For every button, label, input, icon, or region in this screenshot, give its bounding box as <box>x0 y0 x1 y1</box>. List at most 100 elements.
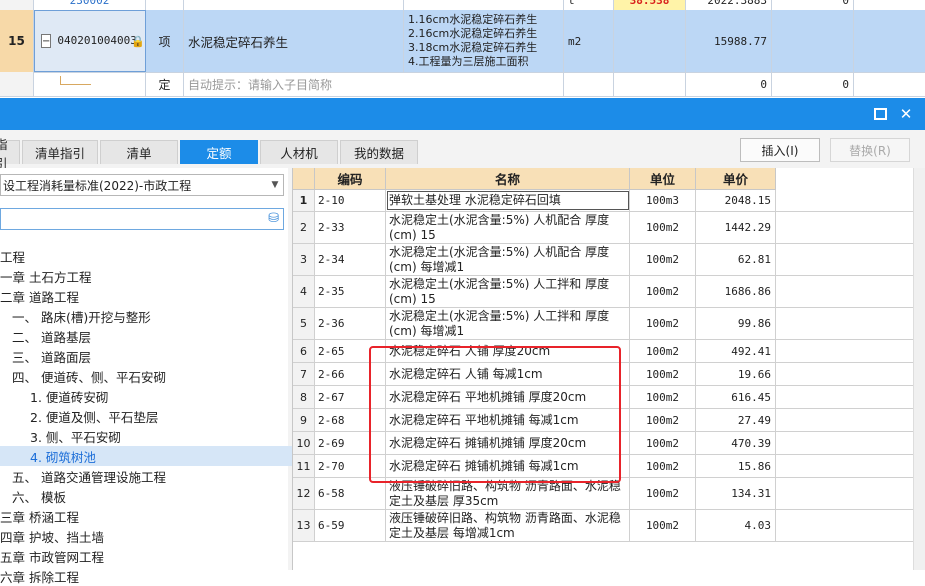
tree-item[interactable]: 二章 道路工程 <box>0 286 286 306</box>
row-unit: 100m2 <box>630 510 696 541</box>
tree-item[interactable]: 一章 土石方工程 <box>0 266 286 286</box>
tab-list-guide[interactable]: 清单指引 <box>22 140 98 164</box>
tree-item[interactable]: 三章 桥涵工程 <box>0 506 286 526</box>
table-row[interactable]: 13 6-59 液压锤破碎旧路、构筑物 沥青路面、水泥稳定土及基层 每增减1cm 10… <box>293 510 914 542</box>
bg-top-code: 230002 <box>34 0 146 10</box>
tree-connector <box>60 75 91 85</box>
tree-item[interactable]: 3. 侧、平石安砌 <box>0 426 316 446</box>
row-unit: 100m2 <box>630 478 696 509</box>
bg-row-quantity: 15988.77 <box>686 10 772 72</box>
row-price: 19.66 <box>696 363 776 385</box>
header-price[interactable]: 单价 <box>696 168 776 190</box>
tree-item[interactable]: 1. 便道砖安砌 <box>0 386 316 406</box>
bg-sub-value1: 0 <box>686 72 772 96</box>
row-price: 616.45 <box>696 386 776 408</box>
row-code: 6-59 <box>315 510 386 541</box>
feature-line: 2.16cm水泥稳定碎石养生 <box>408 27 538 40</box>
tree-item[interactable]: 三、 道路面层 <box>0 346 298 366</box>
row-price: 1442.29 <box>696 212 776 243</box>
row-price: 492.41 <box>696 340 776 362</box>
bg-top-price: 38.538 <box>614 0 686 10</box>
bg-row-index: 15 <box>0 10 34 72</box>
row-price: 470.39 <box>696 432 776 454</box>
tree-item[interactable]: 2. 便道及侧、平石垫层 <box>0 406 316 426</box>
chevron-down-icon[interactable]: ▼ <box>267 180 283 190</box>
header-name[interactable]: 名称 <box>386 168 630 190</box>
row-code: 2-34 <box>315 244 386 275</box>
table-row[interactable]: 5 2-36 水泥稳定土(水泥含量:5%) 人工拌和 厚度(cm) 每增减1 100m… <box>293 308 914 340</box>
tree-item[interactable]: 六章 拆除工程 <box>0 566 286 586</box>
bg-top-unit: t <box>564 0 614 10</box>
search-input[interactable] <box>1 209 249 229</box>
row-number: 4 <box>293 276 315 307</box>
close-icon[interactable]: ✕ <box>896 104 916 124</box>
header-code[interactable]: 编码 <box>315 168 386 190</box>
bg-row-type: 项 <box>146 10 184 72</box>
tab-list[interactable]: 清单 <box>100 140 178 164</box>
lock-icon: 🔒 <box>131 34 146 48</box>
tree-item[interactable]: 工程 <box>0 246 286 266</box>
tab-my-data[interactable]: 我的数据 <box>340 140 418 164</box>
tree-item[interactable]: 四、 便道砖、侧、平石安砌 <box>0 366 298 386</box>
feature-line: 3.18cm水泥稳定碎石养生 <box>408 41 538 54</box>
bg-sub-hint[interactable]: 自动提示：请输入子目简称 <box>184 72 564 96</box>
row-number: 9 <box>293 409 315 431</box>
insert-button[interactable]: 插入(I) <box>740 138 820 162</box>
row-unit: 100m2 <box>630 455 696 477</box>
bg-row-selected[interactable]: 15 − 040201004003 🔒 项 水泥稳定碎石养生 1.16cm水泥稳… <box>0 10 925 73</box>
row-code: 2-36 <box>315 308 386 339</box>
bg-sub-value2: 0 <box>772 72 854 96</box>
row-unit: 100m2 <box>630 363 696 385</box>
collapse-icon[interactable]: − <box>41 34 52 48</box>
row-number: 11 <box>293 455 315 477</box>
search-icon[interactable]: ⛁ <box>268 211 279 226</box>
header-unit[interactable]: 单位 <box>630 168 696 190</box>
header-corner <box>293 168 315 190</box>
feature-line: 4.工程量为三层施工面积 <box>408 55 529 68</box>
tree-item[interactable]: 五章 市政管网工程 <box>0 546 286 566</box>
row-unit: 100m2 <box>630 244 696 275</box>
bg-row-sub[interactable]: 定 自动提示：请输入子目简称 0 0 <box>0 72 925 97</box>
row-number: 5 <box>293 308 315 339</box>
dialog-titlebar[interactable]: ✕ <box>0 98 925 130</box>
row-code: 2-35 <box>315 276 386 307</box>
quota-dialog: ✕ 指引 清单指引 清单 定额 人材机 我的数据 插入(I) 替换(R) 设工程… <box>0 98 925 585</box>
tab-labor-material[interactable]: 人材机 <box>260 140 338 164</box>
right-edge-strip <box>913 168 925 570</box>
row-price: 99.86 <box>696 308 776 339</box>
row-name: 液压锤破碎旧路、构筑物 沥青路面、水泥稳定土及基层 每增减1cm <box>386 510 630 541</box>
row-number: 1 <box>293 190 315 211</box>
row-price: 2048.15 <box>696 190 776 211</box>
table-row[interactable]: 4 2-35 水泥稳定土(水泥含量:5%) 人工拌和 厚度(cm) 15 100m2 1… <box>293 276 914 308</box>
table-row[interactable]: 2 2-33 水泥稳定土(水泥含量:5%) 人机配合 厚度(cm) 15 100m2 1… <box>293 212 914 244</box>
bg-row-code: 040201004003 <box>57 34 137 47</box>
tree-item[interactable]: 六、 模板 <box>0 486 298 506</box>
search-box[interactable]: ⛁ <box>0 208 284 230</box>
tree-item[interactable]: 4. 砌筑树池 <box>0 446 316 466</box>
replace-button[interactable]: 替换(R) <box>830 138 910 162</box>
row-unit: 100m3 <box>630 190 696 211</box>
row-unit: 100m2 <box>630 386 696 408</box>
row-price: 15.86 <box>696 455 776 477</box>
table-row[interactable]: 1 2-10 弹软土基处理 水泥稳定碎石回填 100m3 2048.15 <box>293 190 914 212</box>
row-code: 2-33 <box>315 212 386 243</box>
tree-item[interactable]: 五、 道路交通管理设施工程 <box>0 466 298 486</box>
tab-quota[interactable]: 定额 <box>180 140 258 164</box>
tree-item[interactable]: 二、 道路基层 <box>0 326 298 346</box>
row-name: 水泥稳定土(水泥含量:5%) 人机配合 厚度(cm) 每增减1 <box>386 244 630 275</box>
row-number: 12 <box>293 478 315 509</box>
feature-line: 1.16cm水泥稳定碎石养生 <box>408 13 538 26</box>
row-name: 弹软土基处理 水泥稳定碎石回填 <box>386 190 630 211</box>
row-price: 62.81 <box>696 244 776 275</box>
tab-guide[interactable]: 指引 <box>0 137 20 171</box>
tree-item[interactable]: 一、 路床(槽)开挖与整形 <box>0 306 298 326</box>
table-row[interactable]: 3 2-34 水泥稳定土(水泥含量:5%) 人机配合 厚度(cm) 每增减1 100m… <box>293 244 914 276</box>
maximize-icon[interactable] <box>870 104 890 124</box>
library-dropdown[interactable]: 设工程消耗量标准(2022)-市政工程 ▼ <box>0 174 284 196</box>
row-unit: 100m2 <box>630 212 696 243</box>
tree-item[interactable]: 四章 护坡、挡土墙 <box>0 526 286 546</box>
row-price: 27.49 <box>696 409 776 431</box>
row-unit: 100m2 <box>630 340 696 362</box>
row-price: 134.31 <box>696 478 776 509</box>
row-name: 水泥稳定土(水泥含量:5%) 人工拌和 厚度(cm) 15 <box>386 276 630 307</box>
